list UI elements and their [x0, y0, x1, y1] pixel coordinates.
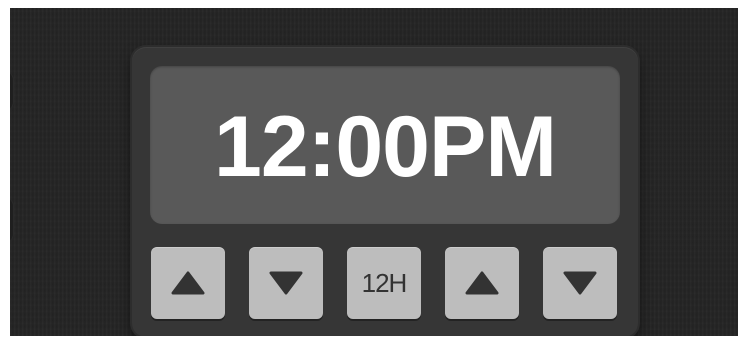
time-display: 12:00PM: [150, 66, 620, 224]
down-triangle-icon: [269, 271, 303, 295]
12h-toggle-button[interactable]: 12H: [347, 247, 421, 319]
12h-label: 12H: [361, 267, 408, 298]
minute-up-button[interactable]: [445, 247, 519, 319]
edge-decoration: [10, 72, 14, 110]
edge-decoration: [10, 198, 14, 242]
background: 12:00PM 12H: [10, 8, 738, 336]
digital-clock: 12:00PM 12H: [132, 47, 638, 336]
up-triangle-icon: [171, 271, 205, 295]
minute-down-button[interactable]: [543, 247, 617, 319]
hour-up-button[interactable]: [151, 247, 225, 319]
down-triangle-icon: [563, 271, 597, 295]
up-triangle-icon: [465, 271, 499, 295]
time-readout: 12:00PM: [214, 99, 557, 195]
hour-down-button[interactable]: [249, 247, 323, 319]
